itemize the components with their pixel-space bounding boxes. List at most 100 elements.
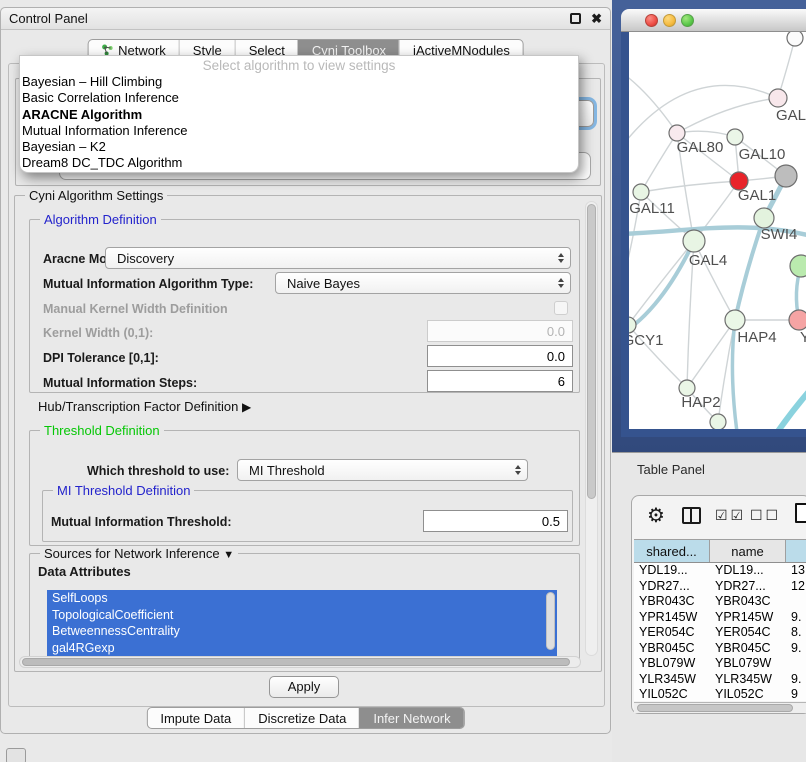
node-label: HAP4 [737,329,776,346]
table-row[interactable]: YBR043CYBR043C [634,594,806,610]
tab-discretize-data[interactable]: Discretize Data [244,708,359,728]
network-window-titlebar[interactable] [621,9,806,32]
close-traffic-light-icon[interactable] [645,14,658,27]
network-edge[interactable] [677,98,778,133]
table-row[interactable]: YLR345WYLR345W9. [634,672,806,688]
table-rows: YDL19...YDL19...13YDR27...YDR27...12YBR0… [634,563,806,701]
manual-kernel-checkbox[interactable] [554,301,568,315]
table-row[interactable]: YBL079WYBL079W [634,656,806,672]
cyni-algorithm-settings-group: Cyni Algorithm Settings Algorithm Defini… [14,195,602,672]
mi-steps-field[interactable]: 6 [427,370,573,392]
table-cell: 9 [786,687,806,701]
node-label: GAL4 [689,252,727,269]
kernel-width-field[interactable]: 0.0 [427,320,573,342]
data-attributes-list[interactable]: SelfLoopsTopologicalCoefficientBetweenne… [47,590,557,656]
dropdown-item[interactable]: Dream8 DC_TDC Algorithm [20,155,578,171]
mi-steps-label: Mutual Information Steps: [43,376,197,390]
table-row[interactable]: YER054CYER054C8. [634,625,806,641]
node-gal-upper[interactable] [769,89,787,107]
gear-icon[interactable]: ⚙ [647,503,665,528]
mi-type-combo[interactable]: Naive Bayes [275,272,571,294]
attribute-list-item[interactable]: SelfLoops [47,590,557,607]
network-edge[interactable] [747,380,806,429]
algorithm-definition-title: Algorithm Definition [40,212,161,227]
attribute-list-item[interactable]: gal4RGexp [47,640,557,657]
table-cell: YLR345W [634,672,710,688]
node-bottom[interactable] [710,414,726,429]
stepper-arrows-icon [558,278,564,288]
network-edge[interactable] [677,131,735,137]
column-header[interactable]: name [710,540,786,562]
node-green-right[interactable] [790,255,806,277]
column-header[interactable]: shared... [634,540,710,562]
node-salmon-right[interactable] [789,310,806,330]
settings-horizontal-scrollbar[interactable] [19,656,581,668]
table-row[interactable]: YBR045CYBR045C9. [634,641,806,657]
dropdown-item[interactable]: Basic Correlation Inference [20,90,578,106]
control-panel-titlebar: Control Panel ✖ [1,8,610,30]
float-window-icon[interactable] [570,13,581,24]
network-edge[interactable] [735,218,764,320]
close-icon[interactable]: ✖ [591,8,602,30]
tab-impute-data[interactable]: Impute Data [147,708,244,728]
which-threshold-combo[interactable]: MI Threshold [237,459,528,481]
node-top[interactable] [787,32,803,46]
table-panel-title: Table Panel [637,462,705,477]
tab-label: Impute Data [160,711,231,726]
cyni-bottom-tabs: Impute Data Discretize DataInfer Network [146,707,464,729]
list-scrollbar-thumb[interactable] [546,592,555,650]
node-gray[interactable] [775,165,797,187]
node-hap4[interactable] [725,310,745,330]
apply-button[interactable]: Apply [269,676,339,698]
network-edge[interactable] [687,320,735,388]
screen: Control Panel ✖ NetworkStyleSelectCyni T… [0,0,806,762]
mi-type-value: Naive Bayes [287,276,360,291]
attribute-list-item[interactable]: TopologicalCoefficient [47,607,557,624]
chevron-down-icon[interactable]: ▼ [223,549,234,561]
table-row[interactable]: YDR27...YDR27...12 [634,579,806,595]
dropdown-item[interactable]: Bayesian – Hill Climbing [20,74,578,90]
settings-group-title: Cyni Algorithm Settings [25,188,167,203]
attribute-list-item[interactable]: BetweennessCentrality [47,623,557,640]
dropdown-item[interactable]: ARACNE Algorithm [20,107,578,123]
network-canvas[interactable]: GALGAL80GAL10GAL1GAL11SWI4GAL4GCY1HAP4YH… [629,32,806,429]
network-edge[interactable] [641,181,739,192]
table-cell: YDL19... [710,563,786,579]
node-gal11[interactable] [633,184,649,200]
tab-infer-network[interactable]: Infer Network [359,708,463,728]
node-gal10[interactable] [727,129,743,145]
settings-vertical-scrollbar[interactable] [585,201,598,656]
network-edge[interactable] [641,133,677,192]
dropdown-item[interactable]: Bayesian – K2 [20,139,578,155]
node-swi4[interactable] [754,208,774,228]
unchecked-boxes-icon[interactable]: ☐☐ [750,507,781,524]
column-header[interactable]: A [786,540,806,562]
network-edge[interactable] [629,241,694,325]
table-cell: 9. [786,672,806,688]
node-gal4[interactable] [683,230,705,252]
hub-definition-section[interactable]: Hub/Transcription Factor Definition ▶ [38,399,251,414]
checked-boxes-icon[interactable]: ☑☑ [715,507,746,524]
table-row[interactable]: YIL052CYIL052C9 [634,687,806,701]
aracne-mode-combo[interactable]: Discovery [105,247,571,269]
mi-threshold-label: Mutual Information Threshold: [51,515,232,529]
split-columns-icon[interactable] [682,507,701,524]
node-label: HAP2 [681,394,720,411]
document-icon[interactable] [795,503,806,523]
table-row[interactable]: YDL19...YDL19...13 [634,563,806,579]
mi-threshold-field[interactable]: 0.5 [423,510,568,532]
panel-grip-button[interactable] [6,748,26,762]
table-cell: 8. [786,625,806,641]
window-frame [621,32,629,437]
network-edge[interactable] [732,320,737,429]
table-row[interactable]: YPR145WYPR145W9. [634,610,806,626]
dpi-tolerance-field[interactable]: 0.0 [427,345,573,367]
node-gcy1[interactable] [629,317,636,333]
network-edge[interactable] [629,241,694,336]
table-cell: 9. [786,641,806,657]
zoom-traffic-light-icon[interactable] [681,14,694,27]
table-horizontal-scrollbar[interactable] [634,702,806,713]
dropdown-item[interactable]: Mutual Information Inference [20,123,578,139]
minimize-traffic-light-icon[interactable] [663,14,676,27]
network-edge[interactable] [629,72,677,133]
